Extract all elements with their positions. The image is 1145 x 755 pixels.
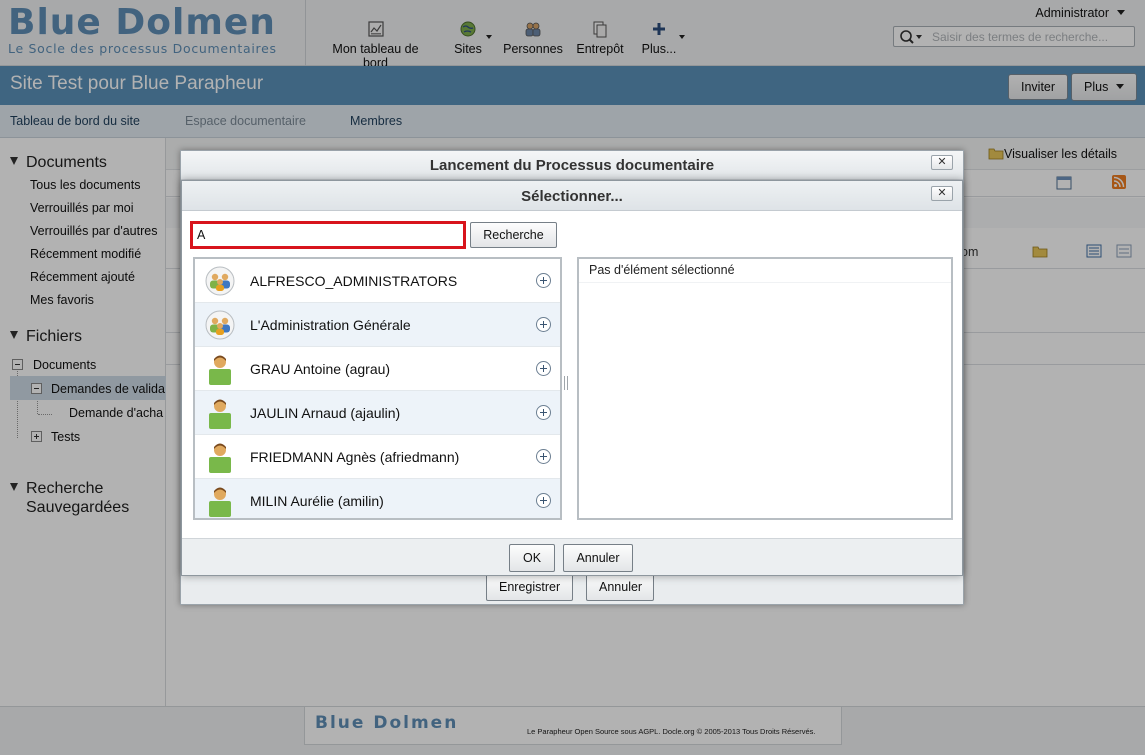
add-icon[interactable] <box>536 493 551 508</box>
user-icon <box>209 487 231 517</box>
close-icon[interactable]: ✕ <box>931 155 953 170</box>
list-item[interactable]: MILIN Aurélie (amilin) <box>195 479 560 518</box>
list-item[interactable]: GRAU Antoine (agrau) <box>195 347 560 391</box>
user-icon <box>209 443 231 473</box>
list-item[interactable]: ALFRESCO_ADMINISTRATORS <box>195 259 560 303</box>
result-name: GRAU Antoine (agrau) <box>250 361 391 377</box>
result-name: L'Administration Générale <box>250 317 411 333</box>
group-icon <box>205 310 235 340</box>
add-icon[interactable] <box>536 317 551 332</box>
list-item[interactable]: FRIEDMANN Agnès (afriedmann) <box>195 435 560 479</box>
add-icon[interactable] <box>536 273 551 288</box>
cancel-button[interactable]: Annuler <box>586 573 654 601</box>
picker-title: Sélectionner... <box>521 188 623 205</box>
add-icon[interactable] <box>536 405 551 420</box>
add-icon[interactable] <box>536 449 551 464</box>
search-results-list[interactable]: ALFRESCO_ADMINISTRATORS L'Administration… <box>193 257 562 520</box>
panel-resize-handle[interactable] <box>564 376 568 390</box>
picker-search-input[interactable] <box>190 221 466 249</box>
result-name: FRIEDMANN Agnès (afriedmann) <box>250 449 460 465</box>
user-icon <box>209 399 231 429</box>
save-button[interactable]: Enregistrer <box>486 573 573 601</box>
dialog-header: Lancement du Processus documentaire ✕ <box>181 151 963 180</box>
picker-footer: OK Annuler <box>182 538 962 575</box>
result-name: JAULIN Arnaud (ajaulin) <box>250 405 401 421</box>
empty-selection-message: Pas d'élément sélectionné <box>579 259 951 283</box>
close-icon[interactable]: ✕ <box>931 186 953 201</box>
authority-picker-dialog: Sélectionner... ✕ Recherche ALFRESCO_ADM… <box>181 180 963 576</box>
add-icon[interactable] <box>536 361 551 376</box>
cancel-button[interactable]: Annuler <box>563 544 633 572</box>
result-name: MILIN Aurélie (amilin) <box>250 493 384 509</box>
picker-header: Sélectionner... ✕ <box>182 181 962 211</box>
user-icon <box>209 355 231 385</box>
selected-items-list: Pas d'élément sélectionné <box>577 257 953 520</box>
ok-button[interactable]: OK <box>509 544 555 572</box>
list-item[interactable]: JAULIN Arnaud (ajaulin) <box>195 391 560 435</box>
result-name: ALFRESCO_ADMINISTRATORS <box>250 273 458 289</box>
dialog-title: Lancement du Processus documentaire <box>429 157 715 174</box>
group-icon <box>205 266 235 296</box>
picker-search-button[interactable]: Recherche <box>470 222 557 248</box>
list-item[interactable]: L'Administration Générale <box>195 303 560 347</box>
